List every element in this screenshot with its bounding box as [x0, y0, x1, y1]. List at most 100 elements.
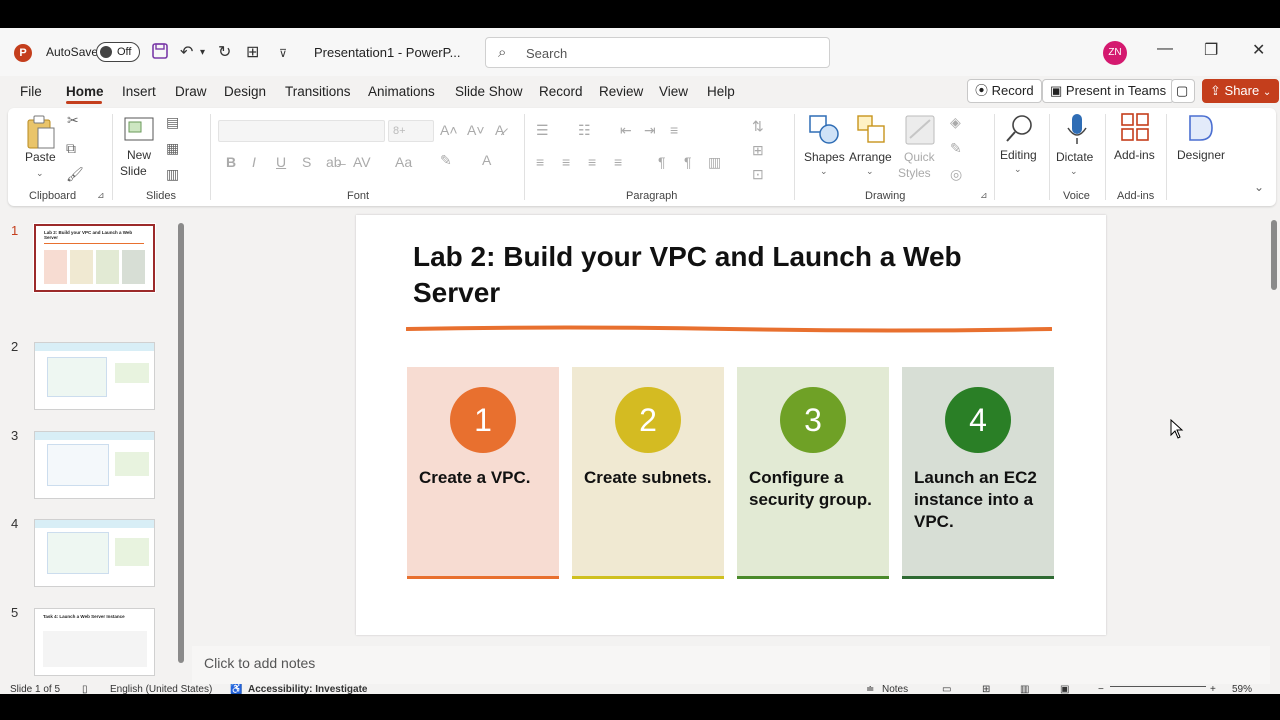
shadow-icon[interactable]: S: [302, 154, 311, 170]
zoom-level[interactable]: 59%: [1232, 684, 1252, 694]
addins-label[interactable]: Add-ins: [1114, 148, 1155, 162]
section-icon[interactable]: ▥: [166, 166, 179, 183]
arrange-dropdown-icon[interactable]: ⌄: [866, 166, 874, 177]
increase-font-icon[interactable]: A˄: [440, 122, 458, 138]
undo-icon[interactable]: ↶: [180, 42, 193, 62]
bold-icon[interactable]: B: [226, 154, 236, 170]
align-center-icon[interactable]: ≡: [562, 154, 570, 170]
new-slide-label-1[interactable]: New: [127, 148, 151, 162]
normal-view-icon[interactable]: ▭: [942, 684, 951, 694]
microphone-icon[interactable]: [1066, 112, 1088, 151]
step-card-3[interactable]: 3 Configure a security group.: [737, 367, 889, 579]
slide-sorter-icon[interactable]: ⊞: [982, 684, 990, 694]
quick-styles-label-2[interactable]: Styles: [898, 166, 931, 180]
ltr-icon[interactable]: ¶: [658, 154, 666, 170]
present-in-teams-button[interactable]: ▣ Present in Teams: [1042, 79, 1175, 103]
editing-icon[interactable]: [1004, 112, 1036, 149]
thumbnail-slide-4[interactable]: [34, 519, 155, 587]
strikethrough-icon[interactable]: ab̶: [326, 154, 342, 170]
tab-design[interactable]: Design: [224, 84, 266, 99]
align-left-icon[interactable]: ≡: [536, 154, 544, 170]
numbering-icon[interactable]: ☷: [578, 122, 591, 139]
step-card-1[interactable]: 1 Create a VPC.: [407, 367, 559, 579]
thumbnail-slide-5[interactable]: Task 4: Launch a Web Server Instance: [34, 608, 155, 676]
zoom-slider[interactable]: [1110, 686, 1206, 687]
clear-formatting-icon[interactable]: A̷: [495, 122, 504, 138]
ribbon-collapse-icon[interactable]: ⌄: [1254, 180, 1264, 194]
autosave-toggle[interactable]: Off: [96, 42, 140, 62]
arrange-icon[interactable]: [856, 114, 888, 151]
slide-title[interactable]: Lab 2: Build your VPC and Launch a Web S…: [413, 239, 1053, 311]
minimize-icon[interactable]: —: [1157, 40, 1173, 58]
cut-icon[interactable]: ✂: [67, 112, 79, 129]
line-spacing-icon[interactable]: ≡: [670, 122, 678, 138]
tab-slide-show[interactable]: Slide Show: [455, 84, 523, 99]
thumbnail-slide-1[interactable]: Lab 2: Build your VPC and Launch a Web S…: [33, 223, 156, 293]
font-color-icon[interactable]: A: [482, 152, 491, 168]
paste-dropdown-icon[interactable]: ⌄: [36, 168, 44, 179]
bullets-icon[interactable]: ☰: [536, 122, 549, 139]
arrange-label[interactable]: Arrange: [849, 150, 892, 164]
new-slide-icon[interactable]: [123, 114, 155, 149]
comments-button[interactable]: ▢: [1171, 79, 1195, 103]
increase-indent-icon[interactable]: ⇥: [644, 122, 656, 139]
record-button[interactable]: ⦿ Record: [967, 79, 1042, 103]
tab-animations[interactable]: Animations: [368, 84, 435, 99]
reading-view-icon[interactable]: ▥: [1020, 684, 1029, 694]
zoom-in-icon[interactable]: +: [1210, 684, 1216, 694]
shape-effects-icon[interactable]: ◎: [950, 166, 962, 183]
step-card-2[interactable]: 2 Create subnets.: [572, 367, 724, 579]
tab-help[interactable]: Help: [707, 84, 735, 99]
tab-draw[interactable]: Draw: [175, 84, 207, 99]
shape-fill-icon[interactable]: ◈: [950, 114, 961, 131]
designer-label[interactable]: Designer: [1177, 148, 1225, 162]
align-text-icon[interactable]: ⊞: [752, 142, 764, 159]
addins-icon[interactable]: [1120, 112, 1150, 147]
font-size-select[interactable]: 8+: [388, 120, 434, 142]
notes-toggle[interactable]: Notes: [882, 684, 908, 694]
decrease-indent-icon[interactable]: ⇤: [620, 122, 632, 139]
thumbnail-slide-2[interactable]: [34, 342, 155, 410]
shapes-label[interactable]: Shapes: [804, 150, 845, 164]
underline-icon[interactable]: U: [276, 154, 286, 170]
tab-home[interactable]: Home: [66, 84, 104, 99]
undo-dropdown-icon[interactable]: ▾: [200, 47, 205, 58]
tab-record[interactable]: Record: [539, 84, 583, 99]
dictate-dropdown-icon[interactable]: ⌄: [1070, 166, 1078, 177]
accessibility-status[interactable]: Accessibility: Investigate: [248, 684, 368, 694]
slide-scrollbar[interactable]: [1268, 208, 1280, 684]
italic-icon[interactable]: I: [252, 154, 256, 170]
slide-canvas[interactable]: Lab 2: Build your VPC and Launch a Web S…: [356, 215, 1106, 635]
highlight-icon[interactable]: ✎: [440, 152, 452, 169]
editing-dropdown-icon[interactable]: ⌄: [1014, 164, 1022, 175]
scrollbar-thumb[interactable]: [178, 223, 184, 663]
thumbnail-slide-3[interactable]: [34, 431, 155, 499]
spelling-icon[interactable]: ▯: [82, 684, 88, 694]
step-card-4[interactable]: 4 Launch an EC2 instance into a VPC.: [902, 367, 1054, 579]
present-from-start-icon[interactable]: ⊞: [246, 42, 259, 62]
avatar[interactable]: ZN: [1103, 41, 1127, 65]
drawing-launcher-icon[interactable]: ⊿: [980, 190, 988, 201]
tab-insert[interactable]: Insert: [122, 84, 156, 99]
restore-icon[interactable]: ❐: [1204, 40, 1218, 60]
align-right-icon[interactable]: ≡: [588, 154, 596, 170]
new-slide-label-2[interactable]: Slide: [120, 164, 147, 178]
paste-icon[interactable]: [26, 114, 56, 155]
search-box[interactable]: ⌕ Search: [485, 37, 830, 68]
columns-icon[interactable]: ▥: [708, 154, 721, 171]
share-button[interactable]: ⇪ Share ⌄: [1202, 79, 1280, 103]
redo-icon[interactable]: ↻: [218, 42, 231, 62]
tab-transitions[interactable]: Transitions: [285, 84, 351, 99]
text-direction-icon[interactable]: ⇅: [752, 118, 764, 135]
zoom-out-icon[interactable]: −: [1098, 684, 1104, 694]
scrollbar-thumb[interactable]: [1271, 220, 1277, 290]
dictate-label[interactable]: Dictate: [1056, 150, 1093, 164]
format-painter-icon[interactable]: 🖌: [66, 166, 84, 183]
rtl-icon[interactable]: ¶: [684, 154, 692, 170]
shape-outline-icon[interactable]: ✎: [950, 140, 962, 157]
tab-view[interactable]: View: [659, 84, 688, 99]
slideshow-icon[interactable]: ▣: [1060, 684, 1069, 694]
quick-styles-label-1[interactable]: Quick: [904, 150, 935, 164]
tab-file[interactable]: File: [20, 84, 42, 99]
clipboard-launcher-icon[interactable]: ⊿: [97, 190, 105, 201]
